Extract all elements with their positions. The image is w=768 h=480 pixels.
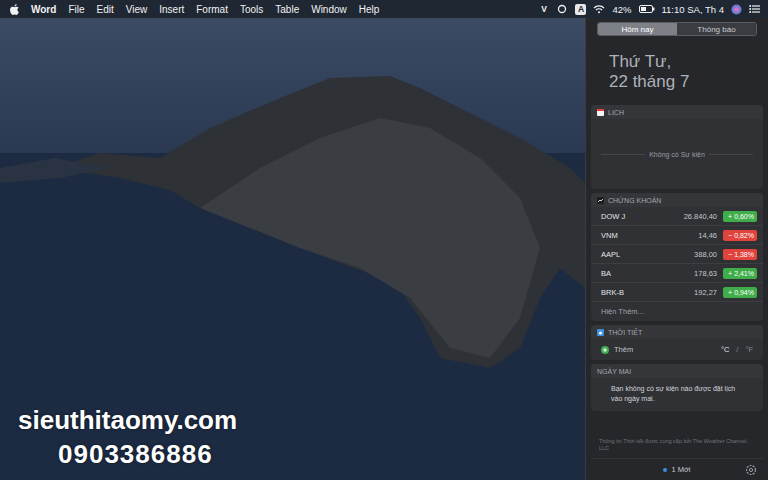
wifi-icon[interactable] <box>593 4 605 14</box>
stock-row[interactable]: BA178,63+ 2,41% <box>591 264 763 283</box>
stock-row[interactable]: BRK-B192,27+ 0,94% <box>591 283 763 302</box>
menu-item[interactable]: View <box>126 4 148 15</box>
widget-header: NGÀY MAI <box>591 364 763 378</box>
panel-tab[interactable]: Thông báo <box>677 23 756 35</box>
panel-tab[interactable]: Hôm nay <box>598 23 677 35</box>
input-source-badge[interactable]: A <box>575 4 586 15</box>
clock[interactable]: 11:10 SA, Th 4 <box>662 4 725 15</box>
tomorrow-widget: NGÀY MAIBạn không có sự kiện nào được đặ… <box>591 364 763 411</box>
wallpaper: sieuthitaomy.com0903386886 <box>0 18 585 480</box>
siri-icon[interactable] <box>731 4 742 15</box>
calendar-widget: LỊCHKhông có Sự kiện <box>591 105 763 189</box>
stock-row[interactable]: VNM14,46− 0,82% <box>591 226 763 245</box>
panel-tabs: Hôm nayThông báo <box>597 22 757 36</box>
unit-toggle[interactable]: °C <box>721 345 729 354</box>
show-more-link[interactable]: Hiện Thêm... <box>591 302 763 321</box>
stock-change[interactable]: − 1,38% <box>723 249 757 260</box>
gear-icon[interactable] <box>745 464 757 476</box>
weather-add-row[interactable]: Thêm°C/°F <box>591 339 763 360</box>
new-widgets-button[interactable]: 1 Mới <box>671 465 690 474</box>
add-icon[interactable] <box>601 346 609 354</box>
date-heading: Thứ Tư,22 tháng 7 <box>591 40 763 101</box>
stocks-icon <box>597 197 604 204</box>
app-name[interactable]: Word <box>31 4 56 15</box>
menu-item[interactable]: Window <box>311 4 347 15</box>
weather-credit: Thông tin Thời tiết được cung cấp bởi Th… <box>591 415 763 454</box>
stocks-widget: CHỨNG KHOÁNDOW J26.840,40+ 0,60%VNM14,46… <box>591 193 763 321</box>
menu-item[interactable]: File <box>68 4 84 15</box>
weather-icon <box>597 329 604 336</box>
menu-item[interactable]: Insert <box>159 4 184 15</box>
widget-header: LỊCH <box>591 105 763 119</box>
watermark-site: sieuthitaomy.com <box>18 404 585 438</box>
calendar-icon <box>597 109 604 116</box>
calendar-empty: Không có Sự kiện <box>591 119 763 189</box>
stock-change[interactable]: + 2,41% <box>723 268 757 279</box>
battery-icon[interactable] <box>639 5 655 13</box>
tomorrow-text: Bạn không có sự kiện nào được đặt lịch v… <box>591 378 763 411</box>
status-badge[interactable]: V <box>538 4 549 15</box>
stock-change[interactable]: − 0,82% <box>723 230 757 241</box>
weather-widget: THỜI TIẾTThêm°C/°F <box>591 325 763 360</box>
battery-percent[interactable]: 42% <box>612 4 631 15</box>
widget-header: THỜI TIẾT <box>591 325 763 339</box>
apple-logo-icon[interactable] <box>10 4 19 15</box>
notification-center: Hôm nayThông báoThứ Tư,22 tháng 7LỊCHKhô… <box>585 18 768 480</box>
stock-change[interactable]: + 0,94% <box>723 287 757 298</box>
stock-row[interactable]: DOW J26.840,40+ 0,60% <box>591 207 763 226</box>
menu-item[interactable]: Tools <box>240 4 263 15</box>
stock-change[interactable]: + 0,60% <box>723 211 757 222</box>
menu-item[interactable]: Format <box>196 4 228 15</box>
stock-row[interactable]: AAPL388,00− 1,38% <box>591 245 763 264</box>
menu-item[interactable]: Edit <box>97 4 114 15</box>
cloud-icon[interactable] <box>556 4 568 14</box>
widget-header: CHỨNG KHOÁN <box>591 193 763 207</box>
panel-bottom-bar: 1 Mới <box>591 458 763 480</box>
unit-toggle[interactable]: °F <box>745 345 753 354</box>
menu-bar: Word File Edit View Insert Format Tools Table Wi… <box>0 0 768 18</box>
new-dot-icon <box>663 468 667 472</box>
watermark: sieuthitaomy.com0903386886 <box>18 404 585 472</box>
status-area: V A 42% 11:10 SA, Th 4 <box>538 4 760 15</box>
desktop-screen: Word File Edit View Insert Format Tools Table Wi… <box>0 0 768 480</box>
menu-item[interactable]: Help <box>359 4 380 15</box>
notification-center-icon[interactable] <box>749 4 760 14</box>
menu-item[interactable]: Table <box>275 4 299 15</box>
watermark-phone: 0903386886 <box>18 438 585 472</box>
